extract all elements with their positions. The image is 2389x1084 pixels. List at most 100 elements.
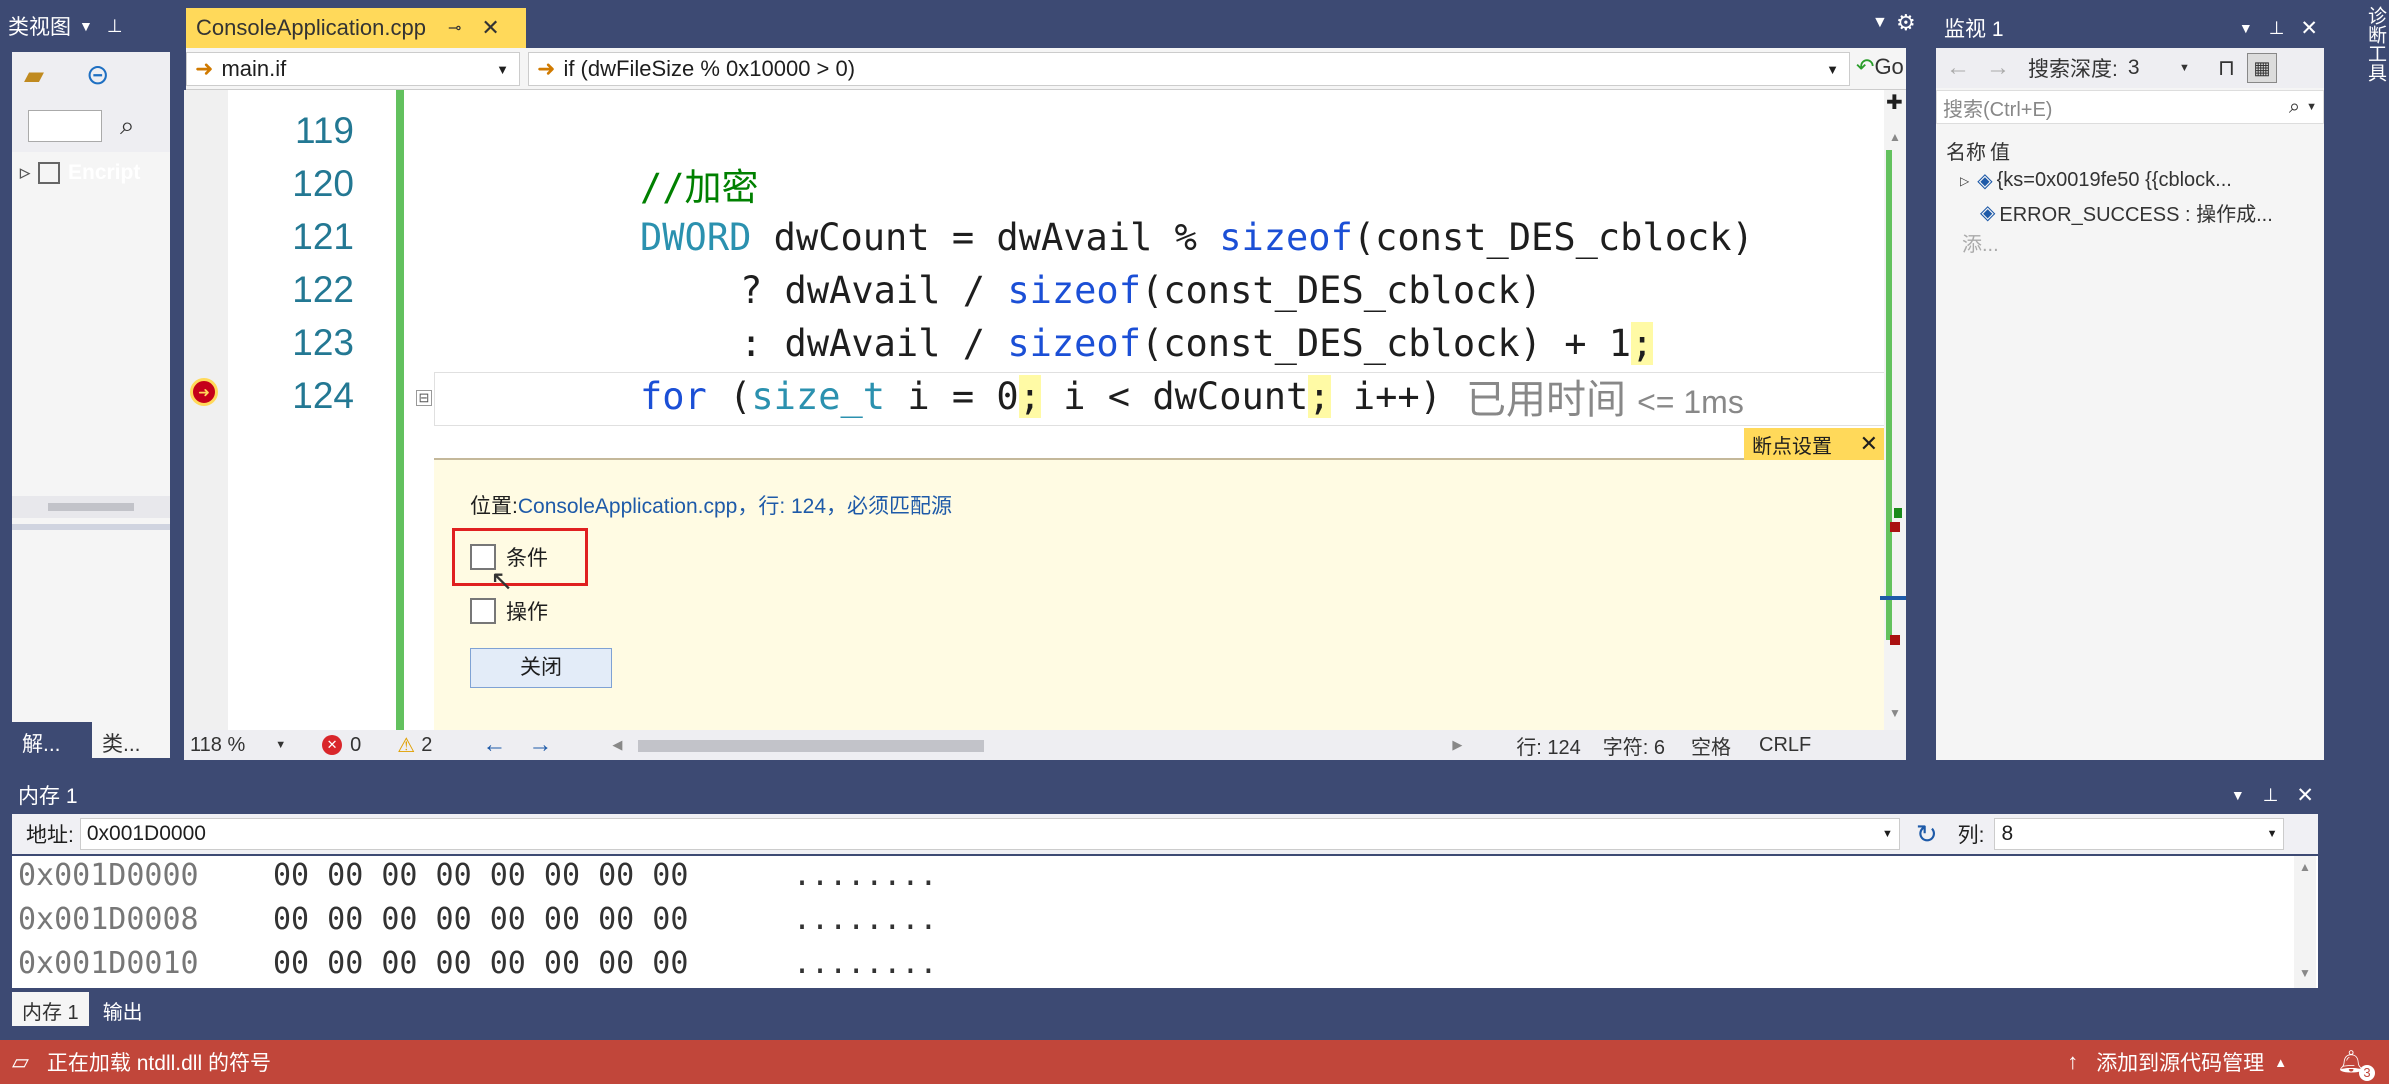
back-icon[interactable]: ⊝ [86,58,109,91]
memory-row[interactable]: 0x001D0000 00 00 00 00 00 00 00 00.......… [18,858,938,893]
tab-output[interactable]: 输出 [89,992,157,1026]
scroll-up-icon[interactable]: ▲ [2299,860,2311,874]
hscroll-left-icon[interactable]: ◀ [612,737,622,753]
expand-arrow-icon[interactable]: ▷ [20,165,30,181]
chevron-down-icon[interactable]: ▼ [2231,787,2245,803]
scroll-up-icon[interactable]: ▲ [1889,130,1901,144]
pin-icon[interactable]: ⊓ [2218,55,2235,81]
tree-item[interactable]: ▷ Encript [12,156,140,190]
search-icon[interactable]: ⌕ [120,110,135,142]
go-button[interactable]: ↶ Go [1856,54,1904,80]
gear-icon[interactable]: ⚙ [1896,10,1916,36]
classview-hscroll[interactable] [12,496,170,518]
go-icon: ↶ [1856,54,1875,79]
watch-search[interactable]: 搜索(Ctrl+E) ⌕ ▼ [1936,90,2324,124]
bp-location-link[interactable]: ConsoleApplication.cpp，行: 124，必须匹配源 [518,495,952,518]
watch-search-input[interactable]: 搜索(Ctrl+E) [1943,93,2052,122]
chevron-down-icon[interactable]: ▼ [2239,20,2253,36]
chevron-down-icon[interactable]: ▼ [275,739,286,751]
tab-classview[interactable]: 类... [92,722,170,758]
collapse-icon[interactable]: ⊟ [416,390,432,406]
current-change-bar [396,90,404,730]
chevron-down-icon[interactable]: ▼ [79,18,93,34]
code-text: ( [706,374,752,418]
grid-icon[interactable]: ▦ [2247,53,2278,83]
watch-row[interactable]: ◈ ERROR_SUCCESS : 操作成... [1980,198,2273,227]
memory-bytes[interactable]: 00 00 00 00 00 00 00 00 [273,902,793,937]
col-name[interactable]: 名称 [1946,136,1986,165]
nav-right-combo[interactable]: ➜ if (dwFileSize % 0x10000 > 0) ▼ [528,52,1850,86]
col-value[interactable]: 值 [1990,136,2010,165]
close-icon[interactable]: ✕ [481,15,499,41]
memory-row[interactable]: 0x001D0010 00 00 00 00 00 00 00 00.......… [18,946,938,981]
chevron-down-icon[interactable]: ▼ [2306,101,2317,113]
tab-solution[interactable]: 解... [12,722,92,758]
memory-ascii[interactable]: ........ [793,946,938,981]
split-icon[interactable]: ✚ [1886,90,1903,115]
addr-value: 0x001D0000 [86,822,206,845]
memory-bytes[interactable]: 00 00 00 00 00 00 00 00 [273,858,793,893]
code-keyword: sizeof [1007,321,1141,365]
memory-ascii[interactable]: ........ [793,858,938,893]
class-icon [38,162,60,184]
scroll-thumb[interactable] [48,503,134,511]
folder-icon[interactable]: ▰ [24,60,44,91]
memory-vscroll[interactable]: ▲ ▼ [2294,856,2316,988]
diagnostic-tools-tab[interactable]: 诊断工具 [2344,0,2389,100]
back-nav-icon[interactable]: ← [482,731,506,759]
memory-bytes[interactable]: 00 00 00 00 00 00 00 00 [273,946,793,981]
forward-icon[interactable]: → [1986,54,2010,82]
scroll-down-icon[interactable]: ▼ [1889,706,1901,720]
chevron-up-icon[interactable]: ▲ [2274,1055,2287,1070]
chevron-down-icon[interactable]: ▼ [1826,62,1839,77]
addr-input[interactable]: 0x001D0000 ▼ [79,818,1900,850]
editor-hscroll[interactable] [632,738,1442,752]
memory-grid[interactable]: 0x001D0000 00 00 00 00 00 00 00 00.......… [12,856,2318,988]
close-button[interactable]: 关闭 [470,648,612,688]
close-icon[interactable]: ✕ [2296,783,2314,808]
action-row[interactable]: 操作 [470,596,548,626]
depth-combo[interactable]: 3 ▼ [2128,56,2190,80]
warning-icon[interactable]: ⚠ [397,733,415,758]
chevron-down-icon[interactable]: ▼ [1882,828,1893,840]
scroll-down-icon[interactable]: ▼ [2299,966,2311,980]
error-icon[interactable]: ✕ [322,735,343,755]
chevron-down-icon[interactable]: ▼ [2267,828,2278,840]
editor-vscroll[interactable]: ✚ ▲ ▼ [1880,90,1906,730]
watch-add-item[interactable]: 添... [1962,228,1999,257]
pin-icon[interactable]: ⊥ [2263,785,2279,806]
editor-tab[interactable]: ConsoleApplication.cpp ⊸ ✕ [186,8,526,48]
memory-row[interactable]: 0x001D0008 00 00 00 00 00 00 00 00.......… [18,902,938,937]
chevron-down-icon[interactable]: ▼ [496,62,509,77]
col-combo[interactable]: 8 ▼ [1994,818,2285,850]
arrow-up-icon[interactable]: ↑ [2067,1049,2078,1075]
source-control-button[interactable]: 添加到源代码管理 [2096,1047,2264,1077]
notification-bell-icon[interactable]: 🔔︎ 3 [2337,1049,2375,1081]
error-count[interactable]: 0 [350,734,361,757]
status-crlf: CRLF [1759,733,1812,756]
action-checkbox[interactable] [470,598,496,624]
refresh-icon[interactable]: ↻ [1916,819,1938,850]
warning-count[interactable]: 2 [421,734,432,757]
expand-arrow-icon[interactable]: ▷ [1960,174,1969,188]
pin-icon[interactable]: ⊥ [107,16,123,37]
close-icon[interactable]: ✕ [2300,16,2318,41]
pin-icon[interactable]: ⊥ [2269,18,2285,39]
classview-toolbar: ▰ ⊝ <搜 ▼ ⌕ [12,52,170,152]
code-area[interactable]: ➜ ⊟ 119 120 121 122 123 124 //加密 DWORD d… [184,90,1906,730]
watch-row[interactable]: ▷ ◈ {ks=0x0019fe50 {{cblock... [1960,168,2232,193]
back-icon[interactable]: ← [1946,54,1970,82]
scroll-thumb[interactable] [638,740,985,752]
zoom-level[interactable]: 118 % [190,734,245,757]
hscroll-right-icon[interactable]: ▶ [1452,737,1462,753]
nav-left-combo[interactable]: ➜ main.if ▼ [186,52,520,86]
tab-memory[interactable]: 内存 1 [12,992,89,1026]
close-icon[interactable]: ✕ [1860,431,1878,457]
tab-overflow-icon[interactable]: ▼ [1872,14,1888,32]
search-icon[interactable]: ⌕ [2289,96,2300,119]
classview-search-combo[interactable]: <搜 ▼ [28,110,102,142]
memory-ascii[interactable]: ........ [793,902,938,937]
watch-panel: 监视 1 ▼ ⊥ ✕ ← → 搜索深度: 3 ▼ ⊓ ▦ 搜索(Ctrl+E) ⌕… [1930,8,2330,760]
forward-nav-icon[interactable]: → [528,731,552,759]
pin-icon[interactable]: ⊸ [448,18,461,38]
